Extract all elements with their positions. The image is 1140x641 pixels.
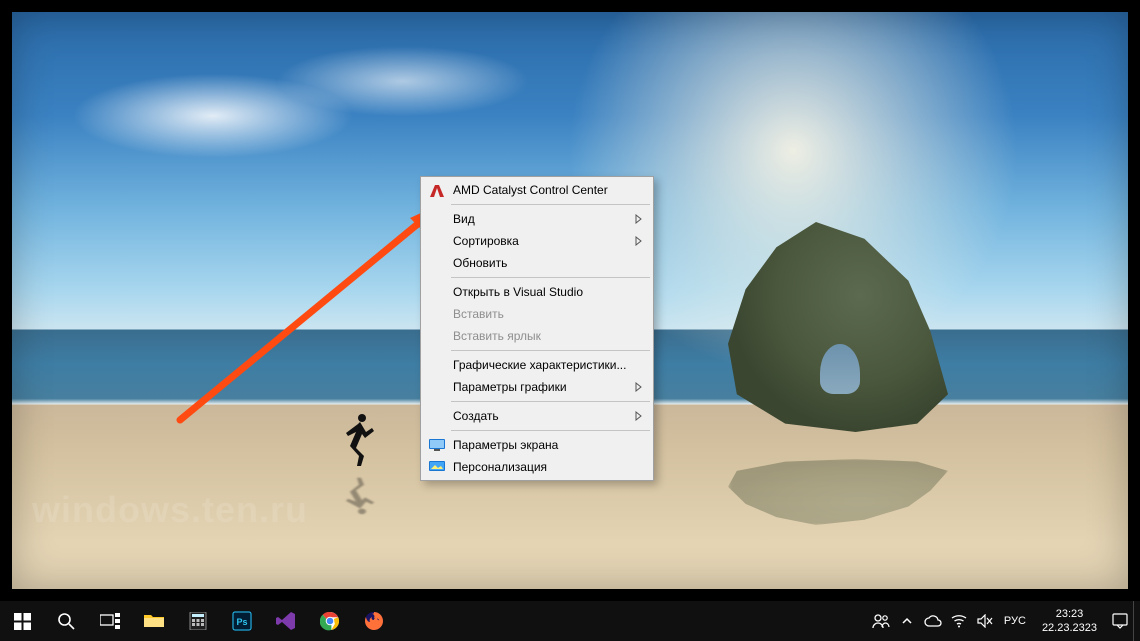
submenu-arrow-icon [635, 411, 643, 421]
taskbar: Ps [0, 601, 1140, 641]
menu-item-label: Обновить [453, 256, 507, 270]
tray-network[interactable] [946, 601, 972, 641]
menu-separator [451, 430, 650, 431]
notification-icon [1112, 613, 1128, 629]
taskbar-left: Ps [0, 601, 396, 641]
menu-item-open-visual-studio[interactable]: Открыть в Visual Studio [423, 281, 651, 303]
menu-separator [451, 350, 650, 351]
tray-overflow[interactable] [894, 601, 920, 641]
menu-item-display-settings[interactable]: Параметры экрана [423, 434, 651, 456]
menu-separator [451, 401, 650, 402]
desktop-screen: windows.ten.ru AMD Catalyst Control Cent… [0, 0, 1140, 641]
menu-item-label: Открыть в Visual Studio [453, 285, 583, 299]
menu-item-label: Графические характеристики... [453, 358, 626, 372]
menu-item-graphics-options[interactable]: Параметры графики [423, 376, 651, 398]
tray-language[interactable]: РУС [998, 601, 1032, 641]
calculator-icon [189, 612, 207, 630]
submenu-arrow-icon [635, 382, 643, 392]
watermark-text: windows.ten.ru [32, 489, 308, 531]
chrome-icon [320, 611, 340, 631]
taskbar-app-chrome[interactable] [308, 601, 352, 641]
menu-item-label: Сортировка [453, 234, 519, 248]
wallpaper-runner-reflection [342, 476, 378, 515]
tray-people[interactable] [868, 601, 894, 641]
search-icon [57, 612, 75, 630]
volume-mute-icon [977, 614, 993, 628]
menu-item-label: Параметры графики [453, 380, 567, 394]
personalize-icon [429, 459, 445, 475]
start-button[interactable] [0, 601, 44, 641]
wallpaper-runner [342, 412, 378, 468]
display-settings-icon [429, 437, 445, 453]
submenu-arrow-icon [635, 214, 643, 224]
menu-item-paste: Вставить [423, 303, 651, 325]
menu-item-amd[interactable]: AMD Catalyst Control Center [423, 179, 651, 201]
task-view-button[interactable] [88, 601, 132, 641]
menu-separator [451, 204, 650, 205]
windows-logo-icon [14, 613, 31, 630]
menu-item-sort[interactable]: Сортировка [423, 230, 651, 252]
menu-separator [451, 277, 650, 278]
menu-item-label: Вставить ярлык [453, 329, 541, 343]
clock-date: 22.23.2323 [1042, 621, 1097, 635]
cloud-icon [924, 615, 942, 627]
menu-item-refresh[interactable]: Обновить [423, 252, 651, 274]
menu-item-graphics-properties[interactable]: Графические характеристики... [423, 354, 651, 376]
menu-item-view[interactable]: Вид [423, 208, 651, 230]
tray-clock[interactable]: 23:23 22.23.2323 [1032, 603, 1107, 639]
photoshop-icon: Ps [232, 611, 252, 631]
wifi-icon [951, 614, 967, 628]
visual-studio-icon [276, 611, 296, 631]
firefox-icon [364, 611, 384, 631]
menu-item-personalize[interactable]: Персонализация [423, 456, 651, 478]
menu-item-new[interactable]: Создать [423, 405, 651, 427]
chevron-up-icon [902, 616, 912, 626]
menu-item-label: Параметры экрана [453, 438, 558, 452]
taskbar-app-visual-studio[interactable] [264, 601, 308, 641]
task-view-icon [100, 613, 120, 629]
file-explorer-icon [144, 613, 164, 629]
menu-item-label: Вставить [453, 307, 504, 321]
language-label: РУС [1004, 615, 1026, 627]
wallpaper-rock-reflection [728, 459, 948, 525]
show-desktop-button[interactable] [1133, 601, 1140, 641]
submenu-arrow-icon [635, 236, 643, 246]
taskbar-app-photoshop[interactable]: Ps [220, 601, 264, 641]
tray-action-center[interactable] [1107, 601, 1133, 641]
taskbar-spacer [396, 601, 868, 641]
amd-icon [429, 182, 445, 198]
menu-item-paste-shortcut: Вставить ярлык [423, 325, 651, 347]
taskbar-app-explorer[interactable] [132, 601, 176, 641]
tray-volume[interactable] [972, 601, 998, 641]
wallpaper-rock [728, 222, 948, 432]
menu-item-label: Персонализация [453, 460, 547, 474]
taskbar-app-calculator[interactable] [176, 601, 220, 641]
tray-onedrive[interactable] [920, 601, 946, 641]
menu-item-label: Создать [453, 409, 499, 423]
taskbar-app-firefox[interactable] [352, 601, 396, 641]
menu-item-label: AMD Catalyst Control Center [453, 183, 608, 197]
desktop-context-menu: AMD Catalyst Control Center Вид Сортиров… [420, 176, 654, 481]
taskbar-right: РУС 23:23 22.23.2323 [868, 601, 1140, 641]
clock-time: 23:23 [1042, 607, 1097, 621]
people-icon [872, 613, 890, 629]
menu-item-label: Вид [453, 212, 475, 226]
svg-text:Ps: Ps [236, 617, 247, 627]
search-button[interactable] [44, 601, 88, 641]
